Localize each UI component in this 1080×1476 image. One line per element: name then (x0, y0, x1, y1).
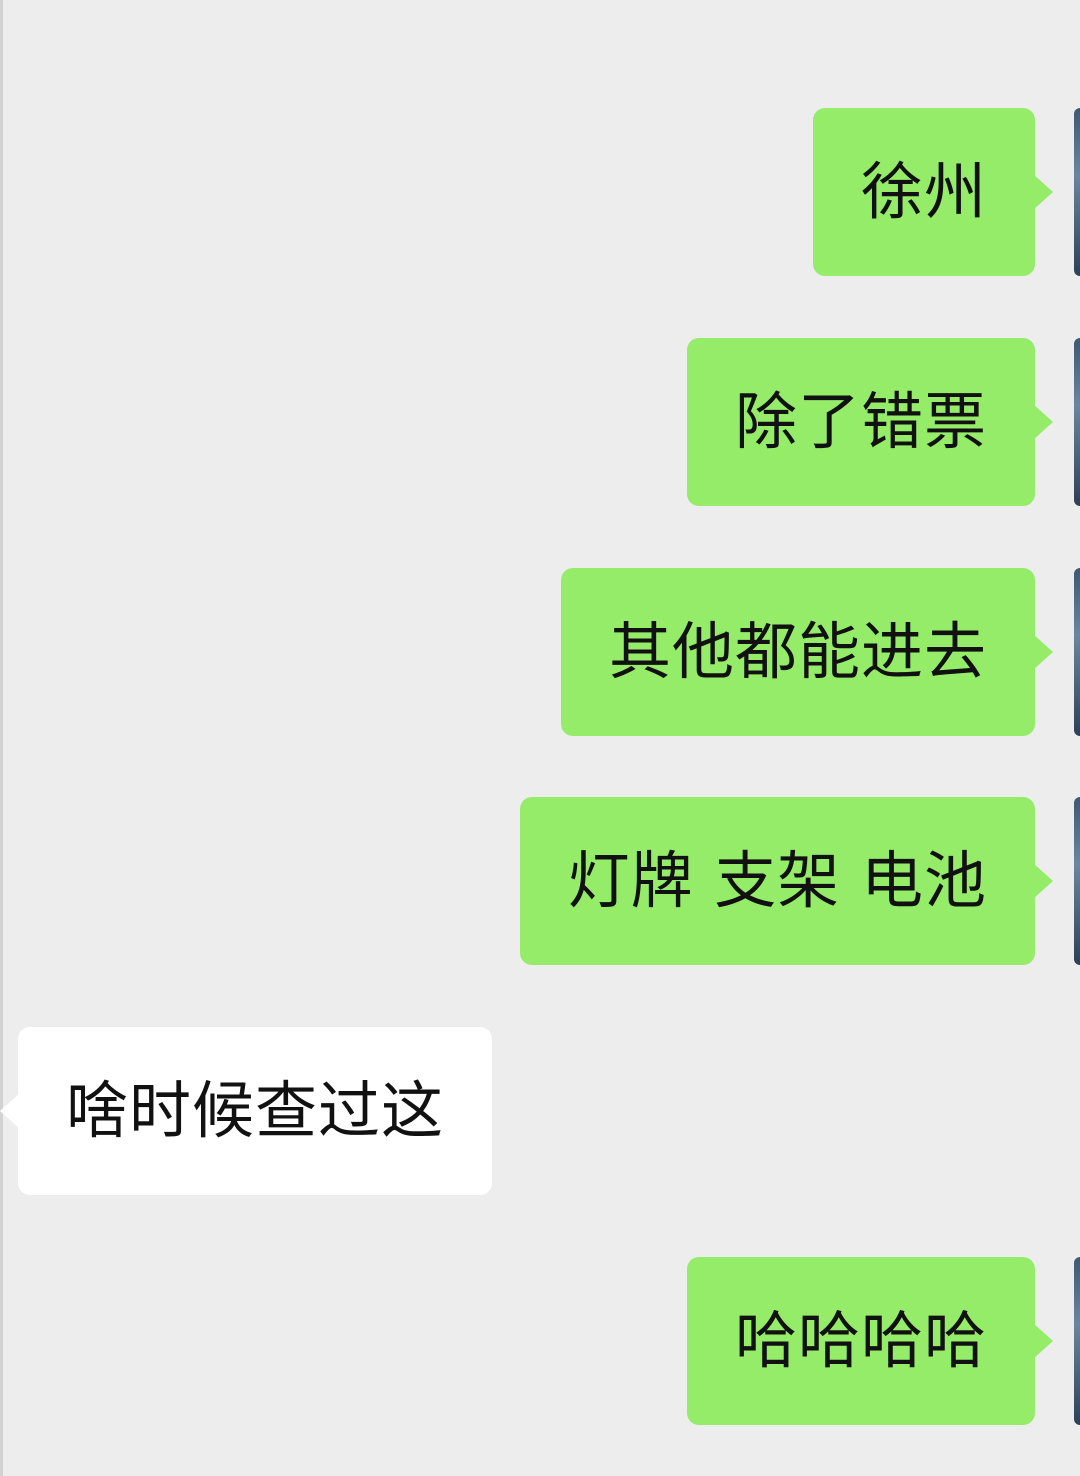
message-text: 哈哈哈哈 (734, 1304, 987, 1377)
message-text: 徐州 (860, 155, 987, 228)
message-bubble-sent[interactable]: 灯牌 支架 电池 (519, 797, 1054, 965)
self-avatar[interactable] (1074, 338, 1080, 506)
message-text: 灯牌 支架 电池 (567, 844, 987, 917)
message-text: 除了错票 (734, 385, 987, 458)
self-avatar[interactable] (1074, 568, 1080, 736)
message-bubble-sent[interactable]: 除了错票 (686, 338, 1054, 506)
message-bubble-received[interactable]: 啥时候查过这 (0, 1027, 493, 1195)
self-avatar[interactable] (1074, 797, 1080, 965)
chat-message-list[interactable]: 徐州 除了错票 其他都能进去 灯牌 支架 电池 啥时候查过这 哈哈哈哈 (0, 0, 1080, 1476)
message-bubble-sent[interactable]: 哈哈哈哈 (686, 1257, 1054, 1425)
self-avatar[interactable] (1074, 108, 1080, 276)
message-bubble-sent[interactable]: 徐州 (812, 108, 1054, 276)
self-avatar[interactable] (1074, 1257, 1080, 1425)
message-text: 其他都能进去 (608, 615, 987, 688)
message-text: 啥时候查过这 (66, 1074, 445, 1147)
left-divider (0, 0, 3, 1476)
message-bubble-sent[interactable]: 其他都能进去 (560, 568, 1054, 736)
